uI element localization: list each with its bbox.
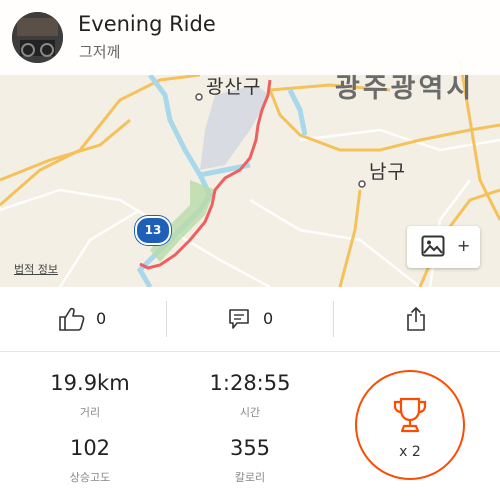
social-actions-bar: 0 0: [0, 287, 500, 352]
map-label-district-top: 광산구: [206, 76, 262, 98]
trophy-icon: [393, 397, 427, 433]
calories-value: 355: [229, 436, 271, 460]
distance-label: 거리: [79, 406, 101, 419]
achievements-button[interactable]: x 2: [355, 370, 465, 480]
avatar[interactable]: [12, 12, 63, 63]
achievement-count: x 2: [399, 444, 421, 460]
elevation-value: 102: [69, 436, 111, 460]
kudos-button[interactable]: 0: [58, 287, 138, 351]
map-label-district-south: 남구: [369, 161, 406, 183]
time-label: 시간: [239, 406, 261, 419]
activity-date: 그저께: [79, 43, 121, 61]
calories-label: 칼로리: [234, 471, 266, 484]
comment-button[interactable]: 0: [228, 287, 308, 351]
action-divider: [166, 301, 167, 337]
time-value: 1:28:55: [209, 371, 291, 395]
activity-header: Evening Ride 그저께: [0, 0, 500, 75]
activity-title: Evening Ride: [78, 12, 216, 36]
add-photo-button[interactable]: +: [407, 226, 480, 268]
route-number-badge: 13: [135, 216, 171, 245]
distance-value: 19.9km: [50, 371, 130, 395]
share-icon: [407, 306, 425, 331]
thumbs-up-icon: [59, 307, 85, 331]
add-photo-plus: +: [457, 236, 471, 255]
share-button[interactable]: [404, 287, 434, 351]
comment-icon: [229, 309, 249, 329]
photo-icon: [421, 235, 445, 257]
comment-count: 0: [263, 309, 274, 328]
kudos-count: 0: [96, 309, 107, 328]
legal-info-link[interactable]: 법적 정보: [14, 261, 58, 277]
elevation-label: 상승고도: [69, 471, 111, 484]
action-divider: [333, 301, 334, 337]
